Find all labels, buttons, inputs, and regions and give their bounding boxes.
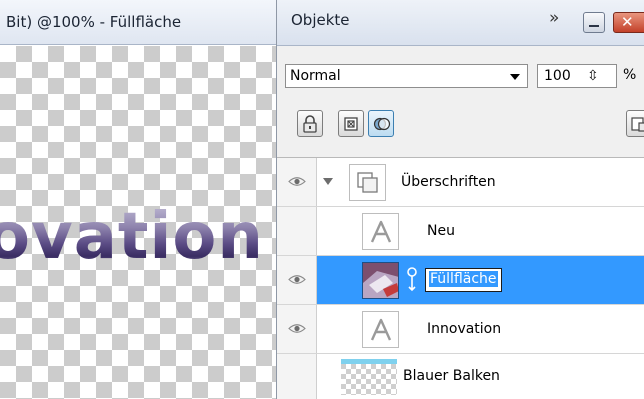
opacity-stepper-icon[interactable]: ⇳ — [587, 68, 599, 84]
layer-name: Innovation — [427, 321, 502, 337]
bar-preview — [341, 359, 397, 364]
close-icon: ✕ — [621, 13, 634, 31]
hide-object-button[interactable] — [338, 110, 364, 137]
lock-button[interactable] — [297, 110, 323, 137]
visibility-toggle[interactable] — [277, 354, 317, 399]
document-window: Bit) @100% - Füllfläche ovation — [0, 0, 276, 399]
eye-icon — [288, 275, 306, 284]
layer-list: Überschriften Neu Füllfläche Innovation … — [277, 157, 644, 399]
hide-object-icon — [344, 117, 358, 131]
group-icon — [357, 172, 378, 193]
group-thumbnail — [349, 164, 386, 201]
text-icon — [370, 318, 392, 341]
document-titlebar[interactable]: Bit) @100% - Füllfläche — [0, 0, 276, 45]
text-icon — [370, 220, 392, 243]
layer-row-ueberschriften[interactable]: Überschriften — [277, 158, 644, 207]
expand-triangle-icon[interactable] — [323, 178, 333, 185]
overlap-circles-icon — [373, 117, 391, 131]
canvas-text-object[interactable]: ovation — [0, 205, 264, 269]
text-thumbnail — [362, 311, 399, 348]
blend-mode-value: Normal — [290, 68, 341, 84]
document-title: Bit) @100% - Füllfläche — [6, 13, 182, 31]
layer-row-neu[interactable]: Neu — [277, 207, 644, 256]
panel-close-button[interactable]: ✕ — [613, 12, 644, 33]
layer-name: Blauer Balken — [403, 368, 500, 384]
text-thumbnail — [362, 213, 399, 250]
visibility-toggle[interactable] — [277, 256, 317, 304]
chevron-down-icon — [510, 74, 520, 80]
checker-thumb — [341, 359, 397, 395]
lock-icon — [303, 115, 317, 133]
visibility-toggle[interactable] — [277, 207, 317, 255]
layer-name-selection: Füllfläche — [429, 271, 498, 287]
panel-minimize-button[interactable] — [583, 12, 605, 33]
opacity-unit: % — [623, 67, 637, 83]
visibility-toggle[interactable] — [277, 305, 317, 353]
layer-row-blauer-balken[interactable]: Blauer Balken — [277, 354, 644, 399]
image-thumbnail — [362, 262, 399, 299]
panel-title: Objekte — [291, 11, 350, 29]
blend-mode-select[interactable]: Normal — [285, 64, 528, 88]
eye-icon — [288, 324, 306, 333]
eye-icon — [288, 177, 306, 186]
image-thumb — [363, 263, 398, 298]
panel-expand-button[interactable]: » — [549, 8, 559, 28]
layer-name-input[interactable]: Füllfläche — [425, 268, 502, 292]
layer-row-fuellflaeche[interactable]: Füllfläche — [277, 256, 644, 305]
object-manager-button[interactable] — [626, 110, 644, 137]
opacity-value: 100 — [544, 68, 571, 84]
layer-lock-icon — [631, 117, 644, 132]
layer-name: Überschriften — [401, 174, 496, 190]
layer-row-innovation[interactable]: Innovation — [277, 305, 644, 354]
panel-header: Objekte » ✕ — [277, 0, 644, 46]
wireframe-button[interactable] — [368, 110, 394, 137]
opacity-field[interactable]: 100 ⇳ — [537, 64, 617, 88]
objects-panel: Objekte » ✕ Normal 100 ⇳ % Überschriften… — [276, 0, 644, 399]
visibility-toggle[interactable] — [277, 158, 317, 206]
layer-name: Neu — [427, 223, 455, 239]
link-chain-icon — [407, 267, 417, 292]
